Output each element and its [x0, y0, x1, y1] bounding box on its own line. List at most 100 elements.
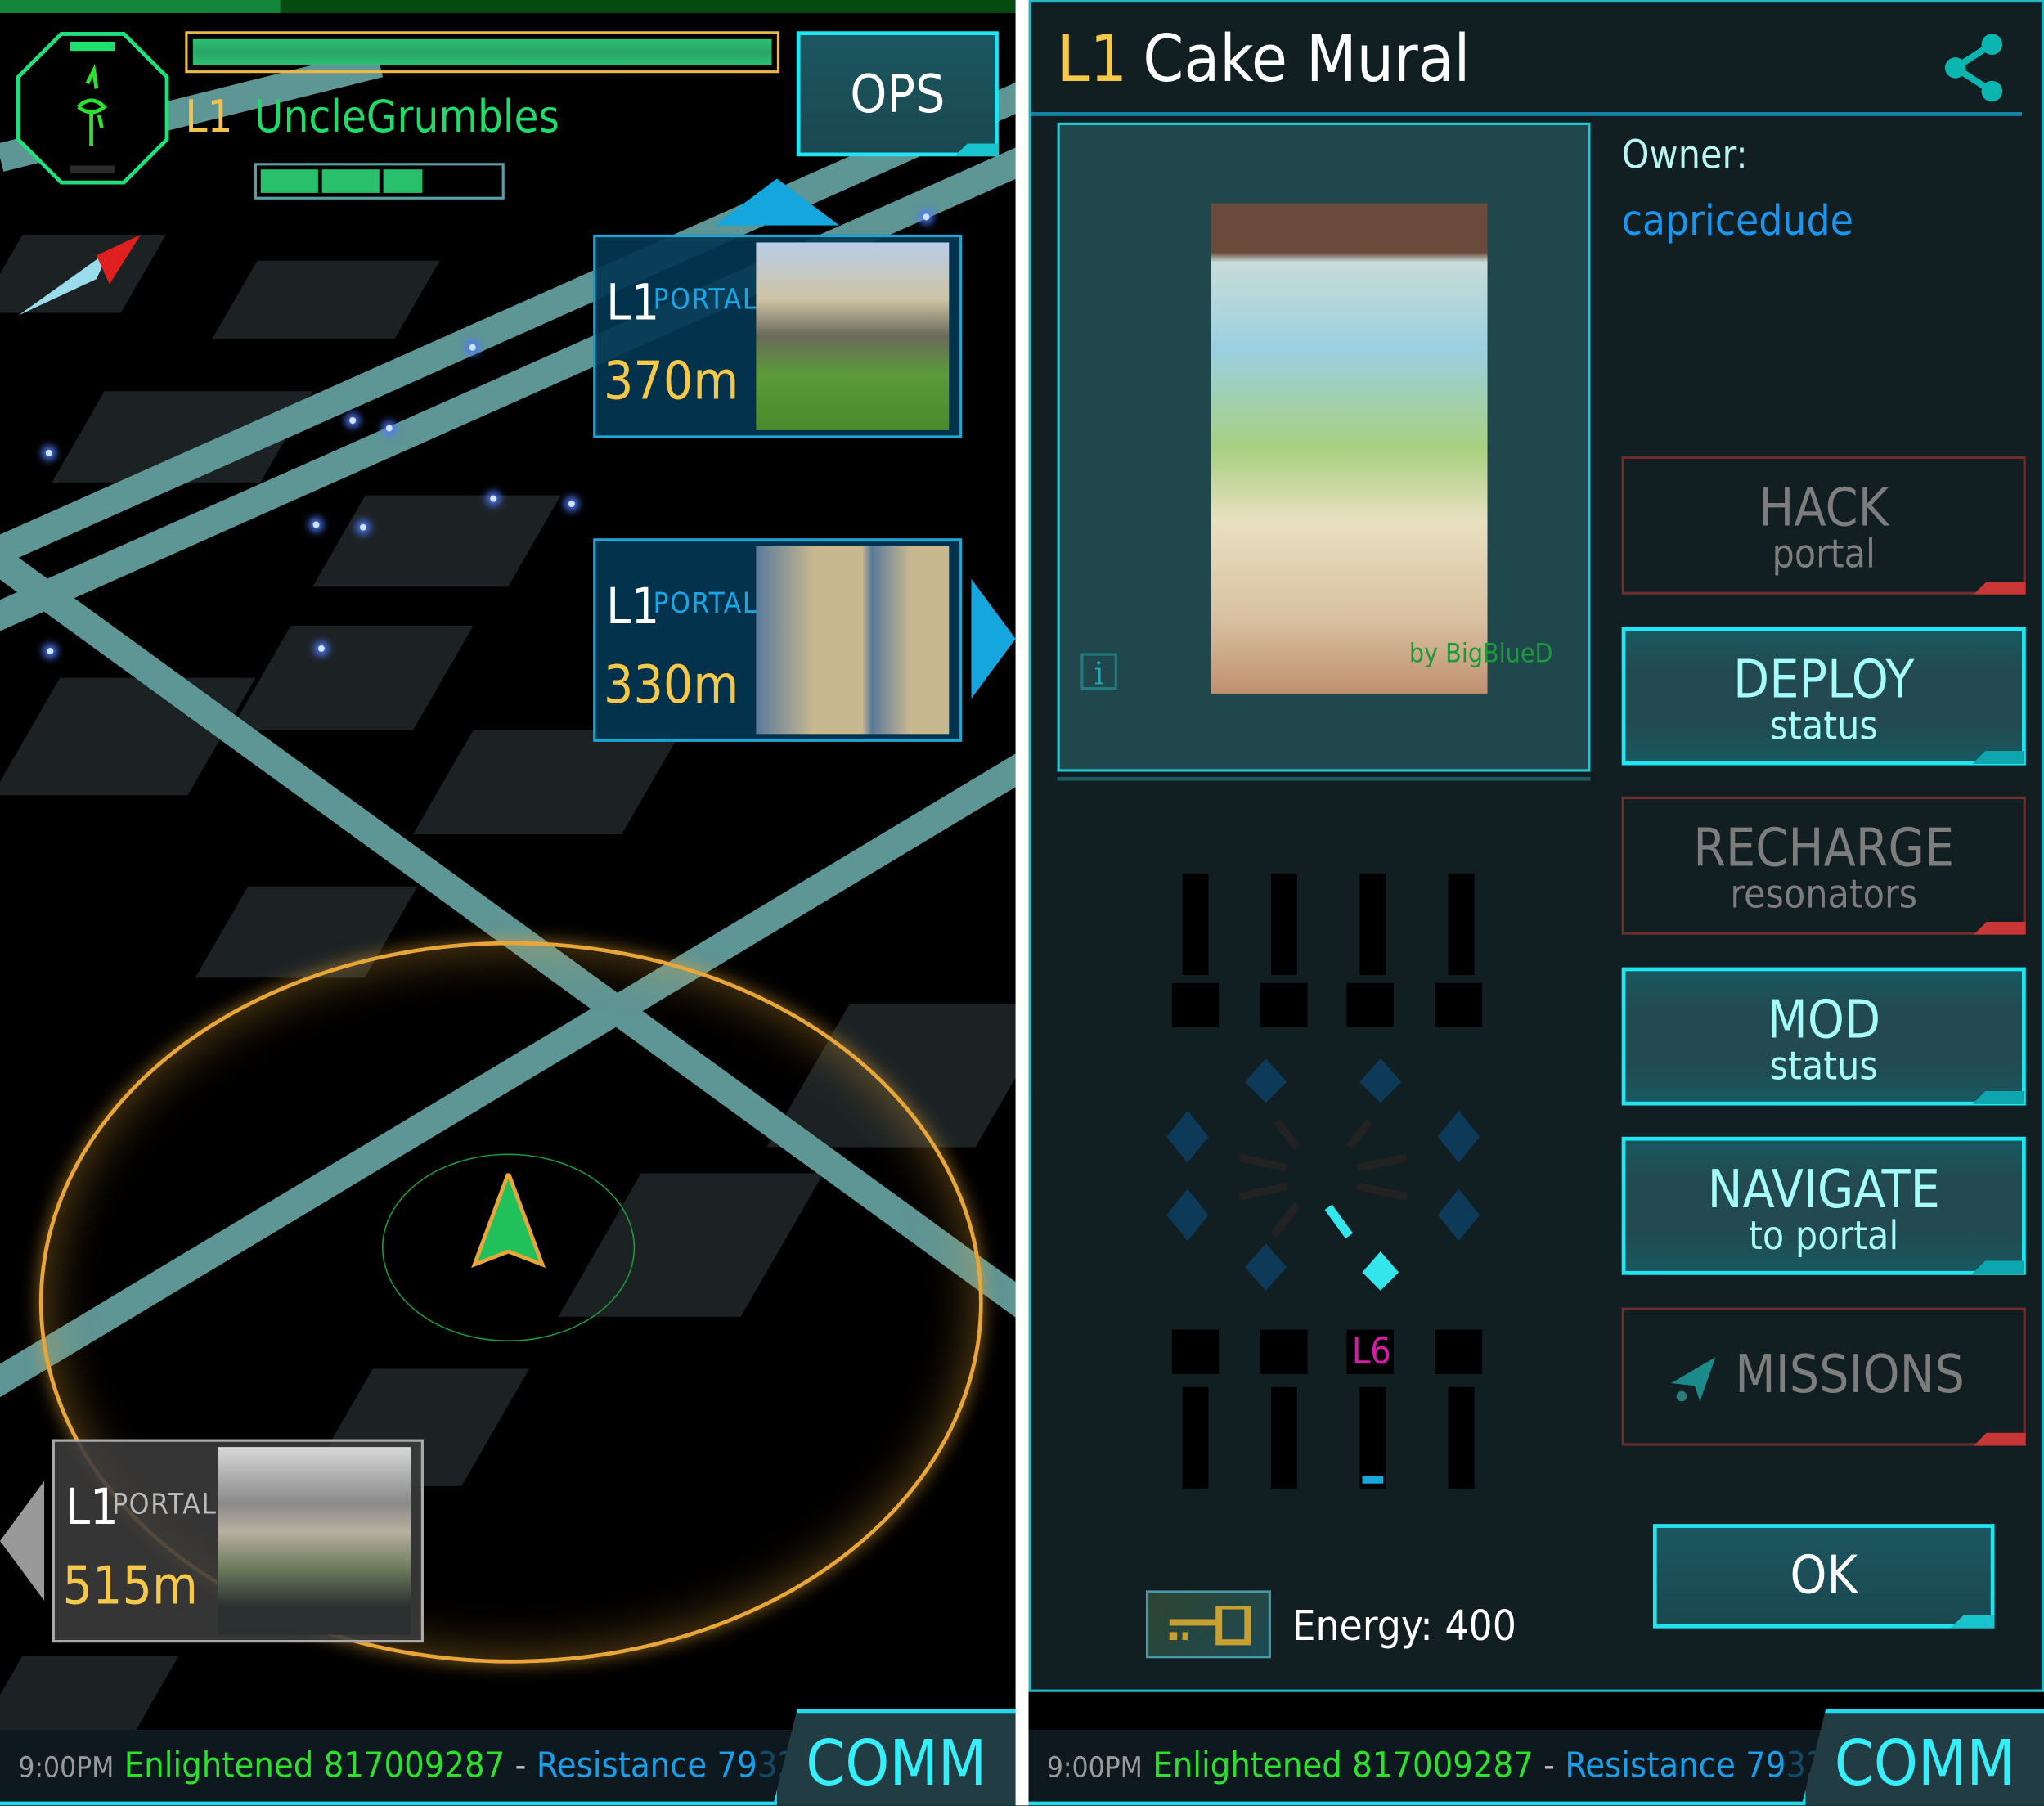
missions-icon	[1671, 1357, 1716, 1402]
ops-button[interactable]: OPS	[796, 31, 999, 157]
prev-arrow-icon[interactable]	[0, 1480, 45, 1602]
resonator-slot	[1448, 1386, 1475, 1489]
resistance-score: Resistance 79	[1565, 1745, 1786, 1786]
mod-button[interactable]: MOD status	[1621, 967, 2026, 1106]
portal-label: PORTAL	[653, 587, 758, 621]
resonator-slot	[1260, 982, 1308, 1027]
resonator-slot	[1171, 982, 1220, 1027]
recharge-button[interactable]: RECHARGE resonators	[1621, 796, 2026, 935]
comm-button[interactable]: COMM	[773, 1709, 1016, 1806]
portal-level: L1	[606, 273, 660, 331]
ok-label: OK	[1790, 1546, 1858, 1606]
xm-particle	[469, 344, 476, 351]
portal-photo[interactable]	[1211, 203, 1488, 694]
mod-subtitle: status	[1769, 1044, 1878, 1090]
portal-level: L1	[1057, 20, 1128, 97]
portal-card[interactable]: L1 PORTAL 370m	[593, 234, 963, 438]
xm-particle	[45, 449, 52, 456]
photo-credit: by BigBlueD	[1408, 637, 1553, 669]
energy-value: Energy: 400	[1292, 1601, 1516, 1651]
resonator-slot	[1182, 1386, 1209, 1489]
xm-bar	[254, 163, 505, 200]
agent-avatar[interactable]	[16, 31, 169, 185]
resonator-slot	[1270, 873, 1297, 976]
deploy-title: DEPLOY	[1733, 650, 1915, 711]
resonator-slot	[1346, 982, 1394, 1027]
portal-dialog: L1 Cake Mural by BigBlueD i Owner: capric…	[1028, 0, 2044, 1692]
next-arrow-icon[interactable]	[971, 578, 1016, 699]
xm-particle	[359, 523, 366, 531]
comm-button[interactable]: COMM	[1801, 1709, 2044, 1806]
enlightened-score: Enlightened 817009287	[1152, 1745, 1534, 1786]
resonator-slot	[1182, 873, 1209, 976]
missions-button[interactable]: MISSIONS	[1621, 1307, 2026, 1446]
resonator-slot	[1359, 1386, 1386, 1489]
navigate-button[interactable]: NAVIGATE to portal	[1621, 1136, 2026, 1275]
map-building	[413, 730, 682, 835]
xm-particle	[317, 645, 325, 652]
share-icon[interactable]	[1940, 31, 2008, 104]
portal-photo	[756, 242, 950, 430]
agent-name[interactable]: UncleGrumbles	[254, 92, 559, 144]
ok-button[interactable]: OK	[1652, 1524, 1995, 1629]
ops-label: OPS	[850, 65, 946, 126]
top-progress-bar	[0, 0, 1016, 13]
resonator-slot	[1270, 1386, 1297, 1489]
enlightened-score: Enlightened 817009287	[124, 1745, 505, 1786]
resonator-slot	[1435, 982, 1483, 1027]
deploy-subtitle: status	[1769, 703, 1878, 750]
screen-divider	[1015, 0, 1029, 1806]
resonator-slot	[1260, 1329, 1308, 1374]
separator: -	[1533, 1745, 1566, 1786]
portal-name: Cake Mural	[1143, 20, 1471, 97]
key-icon	[1169, 1606, 1251, 1646]
portal-label: PORTAL	[112, 1489, 218, 1521]
map-building	[212, 260, 440, 339]
resonator-level-label: L6	[1351, 1329, 1391, 1373]
portal-photo-frame[interactable]: by BigBlueD i	[1057, 122, 1591, 772]
map-screen: L1 UncleGrumbles OPS L1 PORTAL 370m L1 P…	[0, 0, 1016, 1806]
resistance-score: Resistance 79	[536, 1745, 757, 1786]
portal-core-icon	[1166, 1058, 1480, 1291]
hack-button[interactable]: HACK portal	[1621, 456, 2026, 595]
frame-divider	[1057, 776, 1591, 781]
comm-time: 9:00PM	[18, 1752, 115, 1785]
scroll-up-arrow-icon[interactable]	[714, 178, 840, 226]
comm-message: 9:00PM Enlightened 817009287 - Resistanc…	[18, 1745, 878, 1786]
hack-title: HACK	[1759, 478, 1889, 539]
resonator-energy-level	[1362, 1476, 1384, 1484]
recharge-title: RECHARGE	[1693, 818, 1955, 879]
xm-particle	[490, 495, 497, 502]
portal-detail-screen: L1 Cake Mural by BigBlueD i Owner: capric…	[1028, 0, 2044, 1806]
portal-key-button[interactable]	[1145, 1590, 1271, 1659]
portal-card[interactable]: L1 PORTAL 515m	[52, 1439, 424, 1643]
separator: -	[505, 1745, 537, 1786]
player-marker-icon	[471, 1173, 546, 1269]
xm-particle	[349, 417, 357, 424]
portal-distance: 370m	[603, 352, 739, 412]
title-divider	[1031, 112, 2022, 116]
portal-photo	[756, 546, 950, 735]
portal-card[interactable]: L1 PORTAL 330m	[593, 538, 963, 742]
xm-particle	[312, 521, 320, 528]
portal-distance: 330m	[603, 655, 739, 716]
hack-subtitle: portal	[1772, 532, 1876, 578]
portal-photo	[218, 1447, 411, 1635]
xm-particle	[923, 213, 930, 221]
resonator-slot	[1359, 873, 1386, 976]
portal-level: L1	[606, 577, 660, 636]
compass-icon[interactable]	[18, 232, 143, 318]
portal-distance: 515m	[62, 1556, 198, 1617]
map-building	[312, 495, 561, 587]
mod-title: MOD	[1767, 991, 1881, 1051]
info-icon[interactable]: i	[1080, 653, 1117, 692]
navigate-subtitle: to portal	[1749, 1213, 1899, 1260]
xm-particle	[385, 425, 393, 432]
agent-level: L1	[185, 91, 233, 144]
xp-bar	[185, 31, 780, 74]
owner-name[interactable]: capricedude	[1622, 195, 1853, 245]
portal-title: L1 Cake Mural	[1058, 21, 1471, 97]
deploy-button[interactable]: DEPLOY status	[1621, 627, 2026, 766]
navigate-title: NAVIGATE	[1707, 1160, 1940, 1220]
xm-particle	[568, 501, 575, 507]
